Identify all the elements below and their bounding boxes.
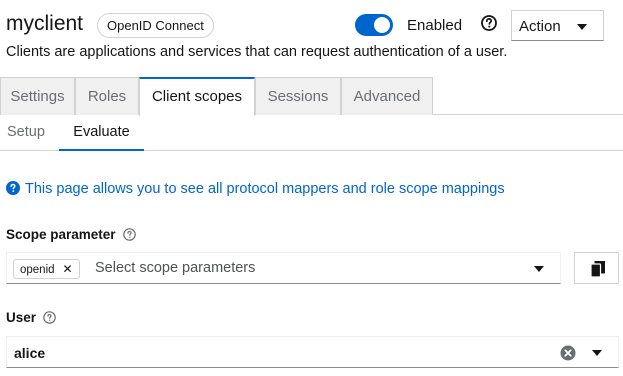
copy-button[interactable] xyxy=(574,252,619,284)
help-circle-icon[interactable] xyxy=(481,15,497,31)
client-tabs: Settings Roles Client scopes Sessions Ad… xyxy=(0,77,623,116)
subtab-setup[interactable]: Setup xyxy=(7,116,45,151)
client-scopes-subtabs: Setup Evaluate xyxy=(0,116,623,151)
enabled-label: Enabled xyxy=(407,17,463,34)
tab-settings[interactable]: Settings xyxy=(0,77,75,115)
toggle-knob xyxy=(374,17,390,33)
protocol-badge: OpenID Connect xyxy=(97,13,214,38)
enabled-toggle[interactable] xyxy=(355,14,393,36)
help-icon[interactable] xyxy=(43,311,56,324)
client-name-title: myclient xyxy=(6,12,84,35)
tab-sessions[interactable]: Sessions xyxy=(255,77,341,115)
user-label-text: User xyxy=(6,310,37,325)
close-icon[interactable]: ✕ xyxy=(63,262,73,276)
caret-down-icon[interactable] xyxy=(592,350,602,356)
caret-down-icon[interactable] xyxy=(534,266,544,272)
copy-icon xyxy=(591,261,605,277)
action-dropdown[interactable]: Action xyxy=(511,10,604,41)
user-select[interactable]: alice xyxy=(6,336,619,368)
subtab-evaluate[interactable]: Evaluate xyxy=(59,116,144,151)
question-circle-icon xyxy=(6,181,20,195)
clear-circle-icon[interactable] xyxy=(560,345,576,361)
user-value: alice xyxy=(14,345,46,361)
scope-parameter-select[interactable]: openid ✕ Select scope parameters xyxy=(6,252,561,284)
info-message: This page allows you to see all protocol… xyxy=(6,181,505,197)
info-text: This page allows you to see all protocol… xyxy=(25,181,505,197)
scope-placeholder: Select scope parameters xyxy=(95,260,256,276)
tab-client-scopes[interactable]: Client scopes xyxy=(139,77,255,116)
caret-down-icon xyxy=(577,24,587,30)
scope-parameter-label-text: Scope parameter xyxy=(6,227,116,242)
help-icon[interactable] xyxy=(122,228,136,241)
tab-advanced[interactable]: Advanced xyxy=(341,77,433,115)
tab-roles[interactable]: Roles xyxy=(75,77,139,115)
scope-chip-openid: openid ✕ xyxy=(13,259,80,279)
chip-label: openid xyxy=(20,264,55,276)
user-label: User xyxy=(6,310,56,325)
action-label: Action xyxy=(519,18,561,35)
page-description: Clients are applications and services th… xyxy=(6,44,508,60)
scope-parameter-label: Scope parameter xyxy=(6,227,136,242)
